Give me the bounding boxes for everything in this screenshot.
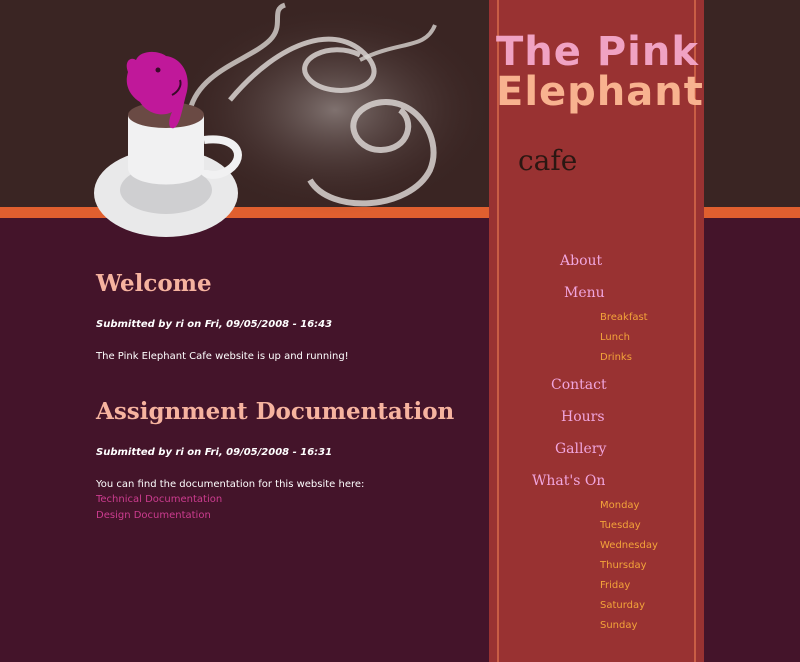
content-area: Welcome Submitted by ri on Fri, 09/05/20… <box>96 268 456 524</box>
post-title[interactable]: Assignment Documentation <box>96 396 456 428</box>
post-meta: Submitted by ri on Fri, 09/05/2008 - 16:… <box>96 447 333 458</box>
nav-sub-breakfast[interactable]: Breakfast <box>600 312 648 323</box>
hero-illustration <box>94 2 490 237</box>
post: Welcome Submitted by ri on Fri, 09/05/20… <box>96 268 456 364</box>
post-body: The Pink Elephant Cafe website is up and… <box>96 351 349 362</box>
nav-about[interactable]: About <box>560 253 602 269</box>
nav-sub-thursday[interactable]: Thursday <box>600 560 647 571</box>
nav-contact[interactable]: Contact <box>551 377 607 393</box>
nav-sub-saturday[interactable]: Saturday <box>600 600 645 611</box>
nav-sub-tuesday[interactable]: Tuesday <box>600 520 641 531</box>
design-documentation-link[interactable]: Design Documentation <box>96 508 456 524</box>
nav-sub-monday[interactable]: Monday <box>600 500 639 511</box>
nav-sub-lunch[interactable]: Lunch <box>600 332 630 343</box>
nav-sub-drinks[interactable]: Drinks <box>600 352 632 363</box>
nav-hours[interactable]: Hours <box>561 409 605 425</box>
technical-documentation-link[interactable]: Technical Documentation <box>96 492 456 508</box>
site-title: The Pink Elephant <box>496 32 706 112</box>
nav-gallery[interactable]: Gallery <box>555 441 606 457</box>
nav-sub-sunday[interactable]: Sunday <box>600 620 637 631</box>
nav-sub-wednesday[interactable]: Wednesday <box>600 540 658 551</box>
post-body: You can find the documentation for this … <box>96 479 365 490</box>
site-subtitle: cafe <box>518 144 578 177</box>
site-title-line1: The Pink <box>496 29 699 75</box>
post: Assignment Documentation Submitted by ri… <box>96 396 456 524</box>
post-meta: Submitted by ri on Fri, 09/05/2008 - 16:… <box>96 319 333 330</box>
site-title-line2: Elephant <box>496 69 704 115</box>
nav-whats-on[interactable]: What's On <box>532 473 605 489</box>
nav-sub-friday[interactable]: Friday <box>600 580 630 591</box>
post-title[interactable]: Welcome <box>96 268 456 300</box>
nav-menu[interactable]: Menu <box>564 285 605 301</box>
